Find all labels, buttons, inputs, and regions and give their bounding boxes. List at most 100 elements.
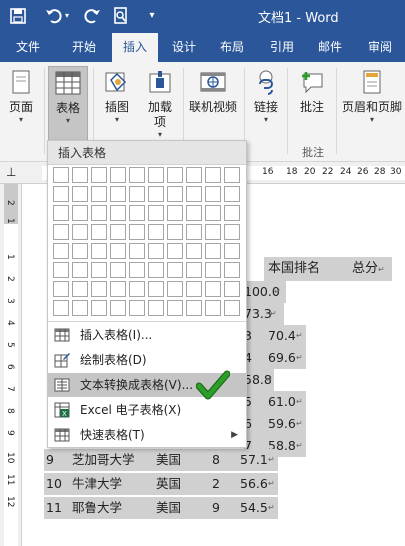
grid-cell[interactable] (53, 224, 69, 240)
tab-layout[interactable]: 布局 (210, 33, 254, 62)
grid-cell[interactable] (167, 300, 183, 316)
grid-cell[interactable] (186, 224, 202, 240)
grid-cell[interactable] (110, 224, 126, 240)
grid-cell[interactable] (129, 243, 145, 259)
table-row[interactable]: 5 61.0 ↵ (244, 391, 306, 413)
grid-cell[interactable] (72, 262, 88, 278)
grid-cell[interactable] (110, 186, 126, 202)
grid-cell[interactable] (148, 186, 164, 202)
grid-cell[interactable] (110, 243, 126, 259)
grid-cell[interactable] (53, 262, 69, 278)
grid-cell[interactable] (224, 224, 240, 240)
grid-cell[interactable] (205, 281, 221, 297)
grid-cell[interactable] (148, 205, 164, 221)
customize-toolbar-icon[interactable]: ▾ (142, 6, 162, 26)
grid-cell[interactable] (224, 281, 240, 297)
grid-cell[interactable] (72, 224, 88, 240)
grid-cell[interactable] (167, 281, 183, 297)
grid-cell[interactable] (205, 262, 221, 278)
table-row[interactable]: 10 牛津大学 英国 2 56.6 ↵ (44, 473, 278, 495)
grid-cell[interactable] (91, 224, 107, 240)
print-preview-icon[interactable] (111, 6, 131, 26)
grid-cell[interactable] (224, 167, 240, 183)
grid-cell[interactable] (72, 205, 88, 221)
tab-design[interactable]: 设计 (162, 33, 206, 62)
grid-cell[interactable] (205, 186, 221, 202)
grid-cell[interactable] (72, 167, 88, 183)
table-button[interactable]: 表格 ▾ (48, 66, 88, 142)
tab-home[interactable]: 开始 (62, 33, 106, 62)
table-row[interactable]: 58.8 ↵ (244, 369, 274, 391)
tab-mailings[interactable]: 邮件 (308, 33, 352, 62)
grid-cell[interactable] (186, 167, 202, 183)
grid-cell[interactable] (110, 262, 126, 278)
grid-cell[interactable] (129, 167, 145, 183)
grid-cell[interactable] (224, 205, 240, 221)
grid-cell[interactable] (167, 205, 183, 221)
grid-cell[interactable] (72, 300, 88, 316)
table-row[interactable]: 73.3 ↵ (244, 303, 284, 325)
quick-tables-menu-item[interactable]: 快速表格(T) ▶ (48, 423, 246, 447)
grid-cell[interactable] (148, 224, 164, 240)
grid-cell[interactable] (186, 281, 202, 297)
grid-cell[interactable] (186, 243, 202, 259)
grid-cell[interactable] (167, 167, 183, 183)
grid-cell[interactable] (91, 281, 107, 297)
grid-cell[interactable] (129, 300, 145, 316)
online-video-button[interactable]: 联机视频 (186, 66, 240, 142)
undo-icon[interactable] (44, 6, 64, 26)
grid-cell[interactable] (167, 262, 183, 278)
grid-cell[interactable] (72, 243, 88, 259)
header-score-cell[interactable]: 总分↵ (348, 257, 392, 281)
grid-cell[interactable] (205, 300, 221, 316)
table-row[interactable]: 4 69.6 ↵ (244, 347, 306, 369)
grid-cell[interactable] (53, 205, 69, 221)
grid-cell[interactable] (148, 167, 164, 183)
redo-icon[interactable] (82, 6, 102, 26)
grid-cell[interactable] (224, 186, 240, 202)
pages-button[interactable]: 页面 ▾ (2, 66, 40, 142)
grid-cell[interactable] (148, 262, 164, 278)
grid-cell[interactable] (205, 205, 221, 221)
grid-cell[interactable] (148, 243, 164, 259)
grid-cell[interactable] (167, 186, 183, 202)
addins-button[interactable]: 加载 项 ▾ (140, 66, 180, 142)
table-row[interactable]: 6 59.6 ↵ (244, 413, 306, 435)
grid-cell[interactable] (167, 243, 183, 259)
grid-cell[interactable] (148, 281, 164, 297)
grid-cell[interactable] (129, 224, 145, 240)
grid-cell[interactable] (129, 281, 145, 297)
grid-cell[interactable] (205, 224, 221, 240)
grid-cell[interactable] (53, 281, 69, 297)
tab-references[interactable]: 引用 (260, 33, 304, 62)
comment-button[interactable]: 批注 (292, 66, 332, 142)
grid-cell[interactable] (53, 300, 69, 316)
save-icon[interactable] (8, 6, 28, 26)
grid-cell[interactable] (224, 243, 240, 259)
grid-cell[interactable] (91, 262, 107, 278)
grid-cell[interactable] (72, 281, 88, 297)
grid-cell[interactable] (186, 205, 202, 221)
tab-file[interactable]: 文件 (6, 33, 50, 62)
grid-cell[interactable] (148, 300, 164, 316)
grid-cell[interactable] (186, 262, 202, 278)
grid-cell[interactable] (53, 243, 69, 259)
header-rank-cell[interactable]: 本国排名 (264, 257, 348, 281)
links-button[interactable]: 链接 ▾ (248, 66, 284, 142)
insert-table-menu-item[interactable]: 插入表格(I)... (48, 323, 246, 347)
grid-cell[interactable] (110, 300, 126, 316)
table-size-grid[interactable] (53, 167, 243, 317)
grid-cell[interactable] (224, 300, 240, 316)
grid-cell[interactable] (91, 205, 107, 221)
grid-cell[interactable] (129, 262, 145, 278)
grid-cell[interactable] (110, 205, 126, 221)
grid-cell[interactable] (91, 243, 107, 259)
grid-cell[interactable] (110, 167, 126, 183)
table-row[interactable]: 11 耶鲁大学 美国 9 54.5 ↵ (44, 497, 278, 519)
grid-cell[interactable] (53, 186, 69, 202)
illustrations-button[interactable]: 插图 ▾ (98, 66, 136, 142)
grid-cell[interactable] (91, 186, 107, 202)
table-row[interactable]: 9 芝加哥大学 美国 8 57.1 ↵ (44, 449, 278, 471)
grid-cell[interactable] (224, 262, 240, 278)
table-row[interactable]: 100.0 ↵ (244, 281, 286, 303)
